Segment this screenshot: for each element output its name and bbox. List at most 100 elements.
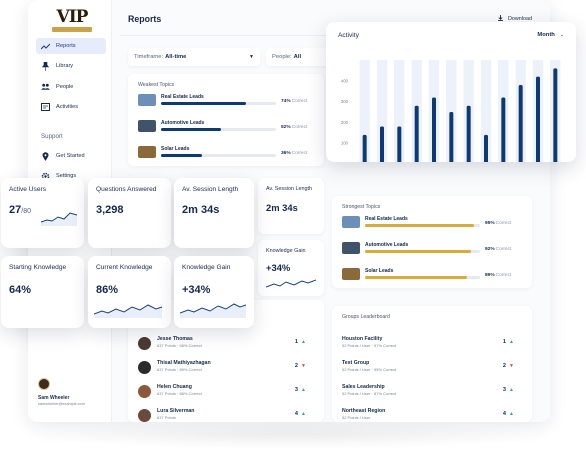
stat-label: Active Users — [9, 186, 47, 193]
topic-row[interactable]: Solar Leads 36%Correct — [138, 146, 318, 162]
sidebar-item-reports[interactable]: Reports — [36, 38, 106, 54]
progress-bar — [161, 102, 276, 105]
topic-thumbnail — [342, 242, 360, 254]
leaderboard-stats: 52 Points / User · 87% Correct — [342, 391, 397, 396]
leaderboard-name: Helen Chuang — [157, 384, 192, 390]
timeframe-value: All-time — [165, 54, 187, 60]
avatar — [138, 409, 151, 422]
topic-thumbnail — [342, 268, 360, 280]
sidebar-item-library[interactable]: Library — [36, 58, 106, 74]
leaderboard-row[interactable]: Northeast Region 52 Points / User 4 ▲ — [342, 408, 522, 422]
topic-thumbnail — [138, 146, 156, 158]
trend-up-icon: ▲ — [509, 339, 514, 345]
stat-value: +34% — [266, 262, 291, 273]
stat-label: Questions Answered — [96, 186, 157, 193]
bar — [484, 134, 488, 162]
trend-up-icon: ▲ — [509, 411, 514, 417]
leaderboard-row[interactable]: Lura Silverman 637 Points 4 ▲ — [138, 408, 314, 422]
progress-bar — [365, 224, 480, 227]
sidebar-item-label: Library — [56, 63, 74, 69]
rank: 3 ▲ — [294, 387, 306, 393]
y-tick-label: 200 — [341, 120, 349, 125]
bar — [501, 97, 506, 162]
activity-chart-card: Activity Month ⌄ 0100200300400JANFEBMARA… — [326, 22, 576, 162]
sparkline — [266, 279, 316, 288]
leaderboard-row[interactable]: Helen Chuang 637 Points · 88% Correct 3 ▲ — [138, 384, 314, 404]
avatar — [138, 337, 151, 350]
people-value: All — [293, 54, 302, 60]
topic-row[interactable]: Real Estate Leads 74%Correct — [138, 94, 318, 110]
leaderboard-row[interactable]: Thisal Mathiyazhagan 637 Points · 89% Cor… — [138, 360, 314, 380]
sidebar-item-people[interactable]: People — [36, 79, 106, 95]
strongest-topics-card: Strongest Topics Real Estate Leads 95%Cor… — [332, 196, 532, 288]
topic-percent: 92%Correct — [485, 247, 512, 252]
card-title: Strongest Topics — [342, 204, 381, 210]
sidebar-item-label: Activities — [56, 104, 79, 110]
active-users-card[interactable]: Active Users 27/80 — [1, 178, 84, 248]
stat-value: 2m 34s — [266, 202, 298, 213]
user-profile[interactable]: Sam Wheeler samwheeler@example.com — [38, 378, 108, 406]
y-tick-label: 400 — [341, 78, 349, 83]
topic-row[interactable]: Real Estate Leads 95%Correct — [342, 216, 522, 232]
timeframe-label: Timeframe: — [134, 54, 164, 60]
bar — [518, 84, 523, 162]
topic-name: Solar Leads — [365, 268, 394, 274]
trend-up-icon: ▲ — [301, 411, 306, 417]
leaderboard-stats: 52 Points / User — [342, 415, 371, 420]
questions-answered-card[interactable]: Questions Answered 3,298 — [88, 178, 171, 248]
activity-bar-chart: 0100200300400JANFEBMARAPRMAYJUNJULAUGSEP… — [341, 60, 561, 162]
rank: 4 ▲ — [502, 411, 514, 417]
leaderboard-stats: 52 Points / User · 95% Correct — [342, 367, 397, 372]
topic-name: Real Estate Leads — [365, 216, 408, 222]
progress-bar — [161, 154, 276, 157]
leaderboard-row[interactable]: Test Group 52 Points / User · 95% Correct… — [342, 360, 522, 380]
knowledge-gain-card[interactable]: Knowledge Gain +34% — [174, 256, 254, 328]
stat-value: 64% — [9, 284, 32, 296]
leaderboard-row[interactable]: Sales Leadership 52 Points / User · 87% C… — [342, 384, 522, 404]
stat-label: Knowledge Gain — [266, 248, 306, 254]
trend-down-icon: ▼ — [301, 363, 306, 369]
stat-value: +34% — [182, 284, 211, 296]
topic-percent: 74%Correct — [281, 99, 308, 104]
topic-name: Automotive Leads — [365, 242, 409, 248]
activities-icon — [41, 103, 50, 112]
progress-fill — [161, 154, 203, 157]
y-tick-label: 300 — [341, 99, 349, 104]
trend-down-icon: ▼ — [509, 363, 514, 369]
topic-thumbnail — [138, 94, 156, 106]
location-icon — [41, 151, 50, 161]
session-length-card[interactable]: Av. Session Length 2m 34s — [174, 178, 254, 248]
sidebar-item-activities[interactable]: Activities — [36, 99, 106, 115]
brand-logo: VIP — [52, 8, 92, 34]
sidebar-item-get-started[interactable]: Get Started — [36, 148, 106, 164]
leaderboard-row[interactable]: Jesse Thomas 637 Points · 98% Correct 1 ▲ — [138, 336, 314, 356]
leaderboard-name: Thisal Mathiyazhagan — [157, 360, 211, 366]
leaderboard-stats: 637 Points · 88% Correct — [157, 391, 202, 396]
progress-fill — [161, 128, 221, 131]
leaderboard-name: Houston Facility — [342, 336, 383, 342]
current-knowledge-card[interactable]: Current Knowledge 86% — [88, 256, 171, 328]
leaderboard-row[interactable]: Houston Facility 52 Points / User · 97% C… — [342, 336, 522, 356]
stat-label: Av. Session Length — [182, 186, 239, 193]
starting-knowledge-card[interactable]: Starting Knowledge 64% — [1, 256, 84, 328]
bar — [380, 126, 384, 162]
user-email: samwheeler@example.com — [38, 402, 85, 406]
leaderboard-name: Sales Leadership — [342, 384, 385, 390]
trend-up-icon: ▲ — [509, 387, 514, 393]
pin-icon — [41, 61, 50, 71]
rank: 2 ▼ — [502, 363, 514, 369]
stat-label: Starting Knowledge — [9, 264, 67, 271]
topic-row[interactable]: Automotive Leads 92%Correct — [342, 242, 522, 258]
topic-row[interactable]: Automotive Leads 52%Correct — [138, 120, 318, 136]
topic-row[interactable]: Solar Leads 89%Correct — [342, 268, 522, 284]
leaderboard-name: Test Group — [342, 360, 370, 366]
topic-percent: 89%Correct — [485, 273, 512, 278]
sidebar-item-label: Get Started — [56, 153, 85, 159]
topic-percent: 52%Correct — [281, 125, 308, 130]
rank: 4 ▲ — [294, 411, 306, 417]
timeframe-select[interactable]: Timeframe: All-time ▼ — [128, 48, 260, 66]
leaderboard-stats: 637 Points · 98% Correct — [157, 343, 202, 348]
progress-bar — [161, 128, 276, 131]
bar — [536, 76, 540, 162]
leaderboard-name: Northeast Region — [342, 408, 386, 414]
